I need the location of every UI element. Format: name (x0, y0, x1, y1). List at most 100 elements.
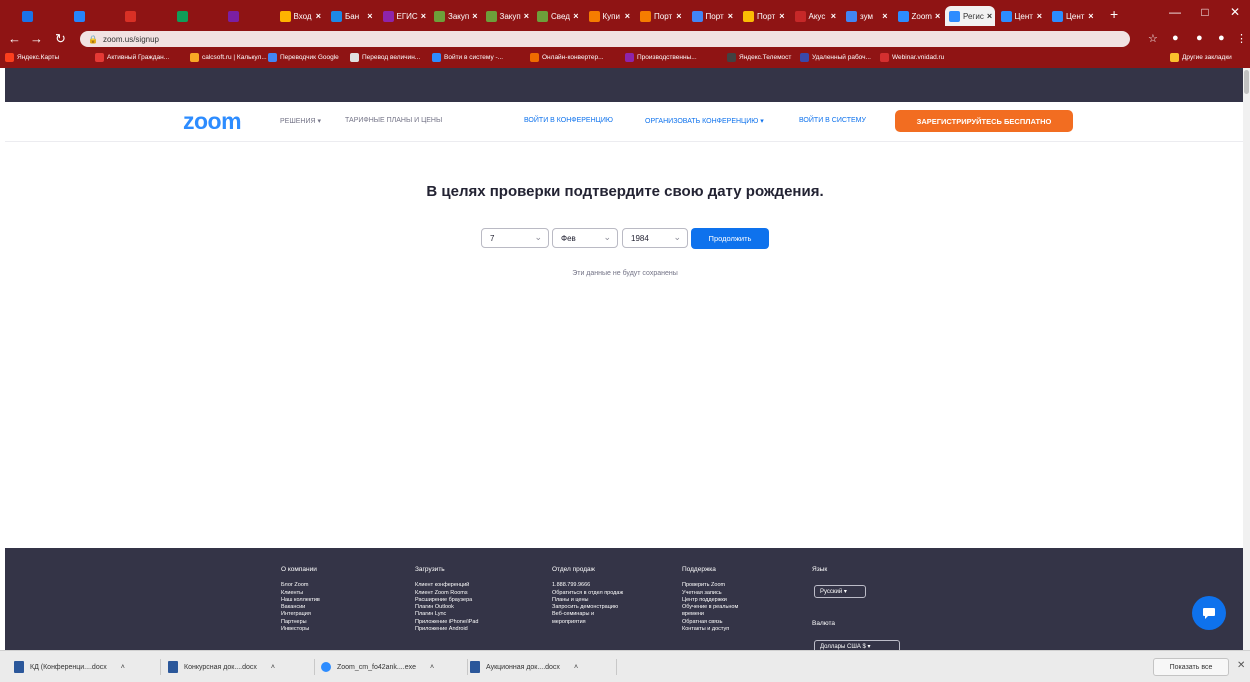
browser-tab[interactable]: Регис × (945, 6, 995, 26)
puzzle-icon[interactable]: ● (1218, 32, 1225, 44)
chevron-up-icon[interactable]: ˄ (121, 664, 125, 671)
browser-tab[interactable]: Цент × (997, 6, 1047, 26)
bookmark-item[interactable]: calcsoft.ru | Калькул... (190, 53, 267, 62)
footer-link[interactable]: Контакты и доступ (682, 626, 738, 633)
profile-icon[interactable]: ● (1196, 32, 1203, 44)
browser-tab[interactable]: Вход × (276, 6, 326, 26)
footer-link[interactable]: 1.888.799.9666 (552, 582, 623, 589)
bookmark-item[interactable]: Активный Граждан... (95, 53, 169, 62)
tab-close-icon[interactable]: × (367, 11, 372, 21)
bookmark-item[interactable]: Онлайн-конвертер... (530, 53, 604, 62)
browser-tab[interactable] (121, 6, 171, 26)
close-shelf-icon[interactable]: ✕ (1237, 660, 1245, 671)
footer-link[interactable]: Вакансии (281, 604, 320, 611)
footer-link[interactable]: Интеграция (281, 611, 320, 618)
footer-link[interactable]: Наш коллектив (281, 597, 320, 604)
browser-tab[interactable] (70, 6, 120, 26)
chevron-up-icon[interactable]: ˄ (271, 664, 275, 671)
footer-link[interactable]: Обратиться в отдел продаж (552, 590, 623, 597)
tab-close-icon[interactable]: × (935, 11, 940, 21)
address-bar[interactable]: 🔒 zoom.us/signup (80, 31, 1130, 47)
nav-solutions[interactable]: РЕШЕНИЯ ▾ (280, 117, 321, 125)
nav-plans[interactable]: ТАРИФНЫЕ ПЛАНЫ И ЦЕНЫ (345, 117, 442, 124)
browser-tab[interactable]: ЕГИС × (379, 6, 429, 26)
tab-close-icon[interactable]: × (421, 11, 426, 21)
footer-link[interactable]: Партнеры (281, 619, 320, 626)
month-select[interactable]: Фев ⌄ (552, 228, 618, 248)
bookmark-item[interactable]: Производственны... (625, 53, 697, 62)
footer-link[interactable]: Центр поддержки (682, 597, 738, 604)
footer-link[interactable]: Проверить Zoom (682, 582, 738, 589)
footer-link[interactable]: Планы и цены (552, 597, 623, 604)
bookmark-item[interactable]: Яндекс.Карты (5, 53, 59, 62)
new-tab-button[interactable]: + (1110, 6, 1118, 22)
tab-close-icon[interactable]: × (573, 11, 578, 21)
nav-signin[interactable]: ВОЙТИ В СИСТЕМУ (799, 117, 866, 124)
bookmark-star-icon[interactable]: ☆ (1148, 32, 1158, 45)
browser-tab[interactable]: Порт × (688, 6, 738, 26)
bookmark-item[interactable]: Другие закладки (1170, 53, 1232, 62)
browser-tab[interactable]: Бан × (327, 6, 377, 26)
continue-button[interactable]: Продолжить (691, 228, 769, 249)
bookmark-item[interactable]: Перевод величин... (350, 53, 420, 62)
day-select[interactable]: 7 ⌄ (481, 228, 549, 248)
footer-link[interactable]: Приложение Android (415, 626, 478, 633)
footer-link[interactable]: Запросить демонстрацию (552, 604, 623, 611)
chat-support-button[interactable] (1192, 596, 1226, 630)
tab-close-icon[interactable]: × (676, 11, 681, 21)
footer-link[interactable]: Учетная запись (682, 590, 738, 597)
browser-tab[interactable] (18, 6, 68, 26)
browser-tab[interactable]: Zoom × (894, 6, 944, 26)
browser-tab[interactable]: Свед × (533, 6, 583, 26)
show-all-downloads-button[interactable]: Показать все (1153, 658, 1229, 676)
download-item[interactable]: Конкурсная док....docx ˄ (168, 658, 275, 676)
tab-close-icon[interactable]: × (625, 11, 630, 21)
tab-close-icon[interactable]: × (472, 11, 477, 21)
signup-button[interactable]: ЗАРЕГИСТРИРУЙТЕСЬ БЕСПЛАТНО (895, 110, 1073, 132)
footer-link[interactable]: Инвесторы (281, 626, 320, 633)
currency-select[interactable]: Доллары США $ ▾ (814, 640, 900, 650)
tab-close-icon[interactable]: × (1088, 11, 1093, 21)
browser-tab[interactable]: зум × (842, 6, 892, 26)
browser-tab[interactable]: Цент × (1048, 6, 1098, 26)
chevron-up-icon[interactable]: ˄ (574, 664, 578, 671)
footer-link[interactable]: Обратная связь (682, 619, 738, 626)
footer-link[interactable]: Блог Zoom (281, 582, 320, 589)
footer-link[interactable]: Плагин Outlook (415, 604, 478, 611)
tab-close-icon[interactable]: × (779, 11, 784, 21)
browser-tab[interactable] (173, 6, 223, 26)
footer-link[interactable]: Приложение iPhone/iPad (415, 619, 478, 626)
tab-close-icon[interactable]: × (987, 11, 992, 21)
menu-icon[interactable]: ⋮ (1236, 32, 1247, 45)
bookmark-item[interactable]: Webinar.vnidad.ru (880, 53, 944, 62)
download-item[interactable]: КД (Конференци....docx ˄ (14, 658, 125, 676)
browser-tab[interactable] (224, 6, 274, 26)
browser-tab[interactable]: Акус × (791, 6, 841, 26)
footer-link[interactable]: мероприятия (552, 619, 623, 626)
page-scrollbar[interactable] (1243, 68, 1250, 650)
tab-close-icon[interactable]: × (728, 11, 733, 21)
bookmark-item[interactable]: Переводчик Google (268, 53, 339, 62)
tab-close-icon[interactable]: × (882, 11, 887, 21)
browser-tab[interactable]: Порт × (739, 6, 789, 26)
browser-tab[interactable]: Закуп × (482, 6, 532, 26)
footer-link[interactable]: Клиенты (281, 590, 320, 597)
footer-link[interactable]: Плагин Lync (415, 611, 478, 618)
download-item[interactable]: Аукционная док....docx ˄ (470, 658, 578, 676)
maximize-button[interactable]: □ (1190, 0, 1220, 24)
bookmark-item[interactable]: Удаленный рабоч... (800, 53, 871, 62)
forward-icon[interactable]: → (30, 31, 43, 46)
reload-icon[interactable]: ↻ (55, 31, 66, 47)
chevron-up-icon[interactable]: ˄ (430, 664, 434, 671)
browser-tab[interactable]: Купи × (585, 6, 635, 26)
extensions-icon[interactable]: ● (1172, 32, 1179, 44)
zoom-logo[interactable]: zoom (183, 108, 242, 135)
tab-close-icon[interactable]: × (316, 11, 321, 21)
footer-link[interactable]: Обучение в реальном (682, 604, 738, 611)
download-item[interactable]: Zoom_cm_fo42ank....exe ˄ (321, 658, 434, 676)
language-select[interactable]: Русский ▾ (814, 585, 866, 598)
footer-link[interactable]: Клиент Zoom Rooms (415, 590, 478, 597)
nav-join[interactable]: ВОЙТИ В КОНФЕРЕНЦИЮ (524, 117, 613, 124)
footer-link[interactable]: Веб-семинары и (552, 611, 623, 618)
bookmark-item[interactable]: Войти в систему -... (432, 53, 503, 62)
